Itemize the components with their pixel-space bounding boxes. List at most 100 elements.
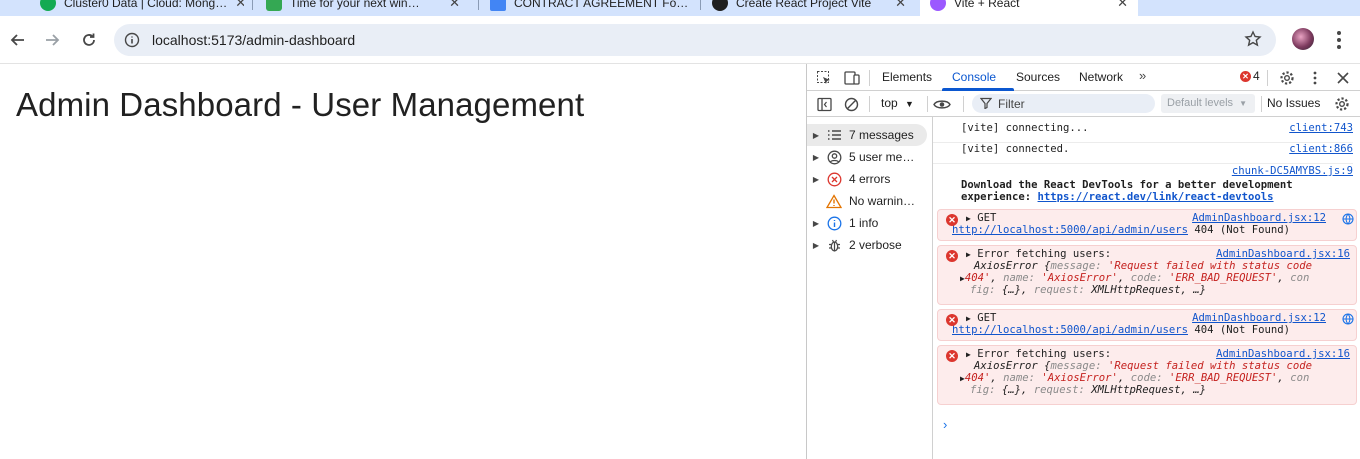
browser-tab-vite-active[interactable]: Vite + React ✕ [920,0,1138,16]
sidebar-item-label: 7 messages [849,128,914,142]
tab-sources[interactable]: Sources [1016,70,1060,84]
error-count-badge[interactable]: ✕ 4 [1240,69,1260,83]
filter-input[interactable]: Filter [972,94,1155,113]
forward-button[interactable] [40,28,64,52]
message-text: [vite] connected. [961,143,1070,155]
back-button[interactable] [6,28,30,52]
log-levels-dropdown[interactable]: Default levels ▼ [1161,94,1255,113]
browser-tab-contract[interactable]: CONTRACT AGREEMENT Fo… ✕ [480,0,694,16]
console-prompt-chevron-icon[interactable]: › [943,417,947,432]
device-toolbar-button[interactable] [843,69,861,87]
expand-caret-icon[interactable]: ▶ [966,250,971,259]
reload-button[interactable] [77,28,101,52]
inspect-element-button[interactable] [815,69,833,87]
error-class-name: AxiosError [974,260,1038,272]
object-key: name [1003,272,1029,284]
object-value: {…}, [1001,284,1034,296]
clear-console-button[interactable] [842,95,860,113]
profile-avatar[interactable] [1292,28,1314,50]
toggle-sidebar-button[interactable] [815,95,833,113]
object-key: code [1130,372,1157,384]
divider [927,96,928,112]
context-selector[interactable]: top ▼ [881,96,914,110]
object-value: 'Request failed with status code [1107,360,1313,372]
object-value: 'ERR_BAD_REQUEST' [1168,272,1278,284]
expand-caret-icon[interactable]: ▶ [807,153,825,162]
sidebar-item-verbose[interactable]: ▶ 2 verbose [807,234,933,256]
gear-icon [1335,97,1349,111]
tab-network[interactable]: Network [1079,70,1123,84]
close-icon[interactable]: ✕ [235,0,244,11]
sidebar-item-info[interactable]: ▶ 1 info [807,212,933,234]
github-icon [712,0,728,11]
expand-caret-icon[interactable]: ▶ [807,241,825,250]
site-info-icon[interactable] [124,32,140,48]
browser-menu-button[interactable] [1330,28,1348,52]
close-icon[interactable]: ✕ [895,0,906,11]
browser-tab-mongodb[interactable]: Cluster0 Data | Cloud: Mong… ✕ [30,0,244,16]
tab-console[interactable]: Console [952,70,996,84]
devtools-close-button[interactable] [1334,69,1352,87]
globe-icon[interactable] [1342,313,1354,325]
devtools-panel: Elements Console Sources Network » ✕ 4 t… [806,64,1360,459]
object-value: {…}, [1001,384,1034,396]
url-text[interactable]: localhost:5173/admin-dashboard [152,32,355,48]
devtools-settings-button[interactable] [1278,69,1296,87]
filter-icon [980,97,992,109]
tab-title: Vite + React [954,0,1020,10]
sidebar-item-errors[interactable]: ▶ 4 errors [807,168,933,190]
source-link[interactable]: AdminDashboard.jsx:12 [1192,312,1326,324]
source-link[interactable]: client:866 [1289,143,1353,155]
expand-caret-icon[interactable]: ▶ [807,175,825,184]
console-settings-button[interactable] [1333,95,1351,113]
source-link[interactable]: AdminDashboard.jsx:16 [1216,248,1350,260]
console-sidebar: ▶ 7 messages ▶ 5 user me… ▶ 4 errors No … [807,117,933,459]
tab-separator [252,0,253,10]
tab-title: Cluster0 Data | Cloud: Mong… [64,0,228,10]
object-key: code [1130,272,1157,284]
tab-title: CONTRACT AGREEMENT Fo… [514,0,689,10]
source-link[interactable]: AdminDashboard.jsx:12 [1192,212,1326,224]
live-expression-button[interactable] [933,95,951,113]
tab-separator [478,0,479,10]
google-docs-icon [490,0,506,11]
request-url[interactable]: http://localhost:5000/api/admin/users [952,324,1188,336]
expand-caret-icon[interactable]: ▶ [807,131,825,140]
bookmark-star-icon[interactable] [1244,30,1262,48]
expand-caret-icon[interactable]: ▶ [966,350,971,359]
browser-tab-next-win[interactable]: Time for your next win… ✕ [256,0,470,16]
mongodb-leaf-icon [40,0,56,11]
browser-tab-github[interactable]: Create React Project Vite ✕ [702,0,916,16]
devtools-tab-bar: Elements Console Sources Network » ✕ 4 [807,64,1360,91]
object-value: 'AxiosError' [1041,272,1118,284]
globe-icon[interactable] [1342,213,1354,225]
sidebar-item-messages[interactable]: ▶ 7 messages [807,124,927,146]
request-method: GET [977,212,997,224]
source-link[interactable]: chunk-DC5AMYBS.js:9 [1232,165,1353,177]
sidebar-item-user-messages[interactable]: ▶ 5 user me… [807,146,933,168]
console-message: [vite] connected. client:866 [933,143,1353,164]
sidebar-item-warnings[interactable]: No warnin… [807,190,933,212]
error-icon: ✕ [1240,70,1251,82]
object-key: message [1050,260,1096,272]
object-key: con [1290,372,1310,384]
devtools-menu-button[interactable] [1306,69,1324,87]
close-icon[interactable]: ✕ [1117,0,1128,11]
expand-caret-icon[interactable]: ▶ [807,219,825,228]
filter-placeholder: Filter [998,97,1025,111]
issues-counter[interactable]: No Issues [1267,96,1320,110]
address-bar[interactable]: localhost:5173/admin-dashboard [114,24,1276,56]
close-icon[interactable]: ✕ [449,0,460,11]
source-link[interactable]: AdminDashboard.jsx:16 [1216,348,1350,360]
more-tabs-chevron-icon[interactable]: » [1139,68,1146,83]
expand-caret-icon[interactable]: ▶ [966,214,971,223]
source-link[interactable]: client:743 [1289,122,1353,134]
expand-caret-icon[interactable]: ▶ [966,314,971,323]
error-class-name: AxiosError [974,360,1038,372]
tab-elements[interactable]: Elements [882,70,932,84]
arrow-right-icon [46,34,60,46]
inspect-icon [817,71,830,84]
request-url[interactable]: http://localhost:5000/api/admin/users [952,224,1188,236]
devtools-link[interactable]: https://react.dev/link/react-devtools [1038,191,1274,203]
console-output: [vite] connecting... client:743 [vite] c… [933,117,1360,459]
